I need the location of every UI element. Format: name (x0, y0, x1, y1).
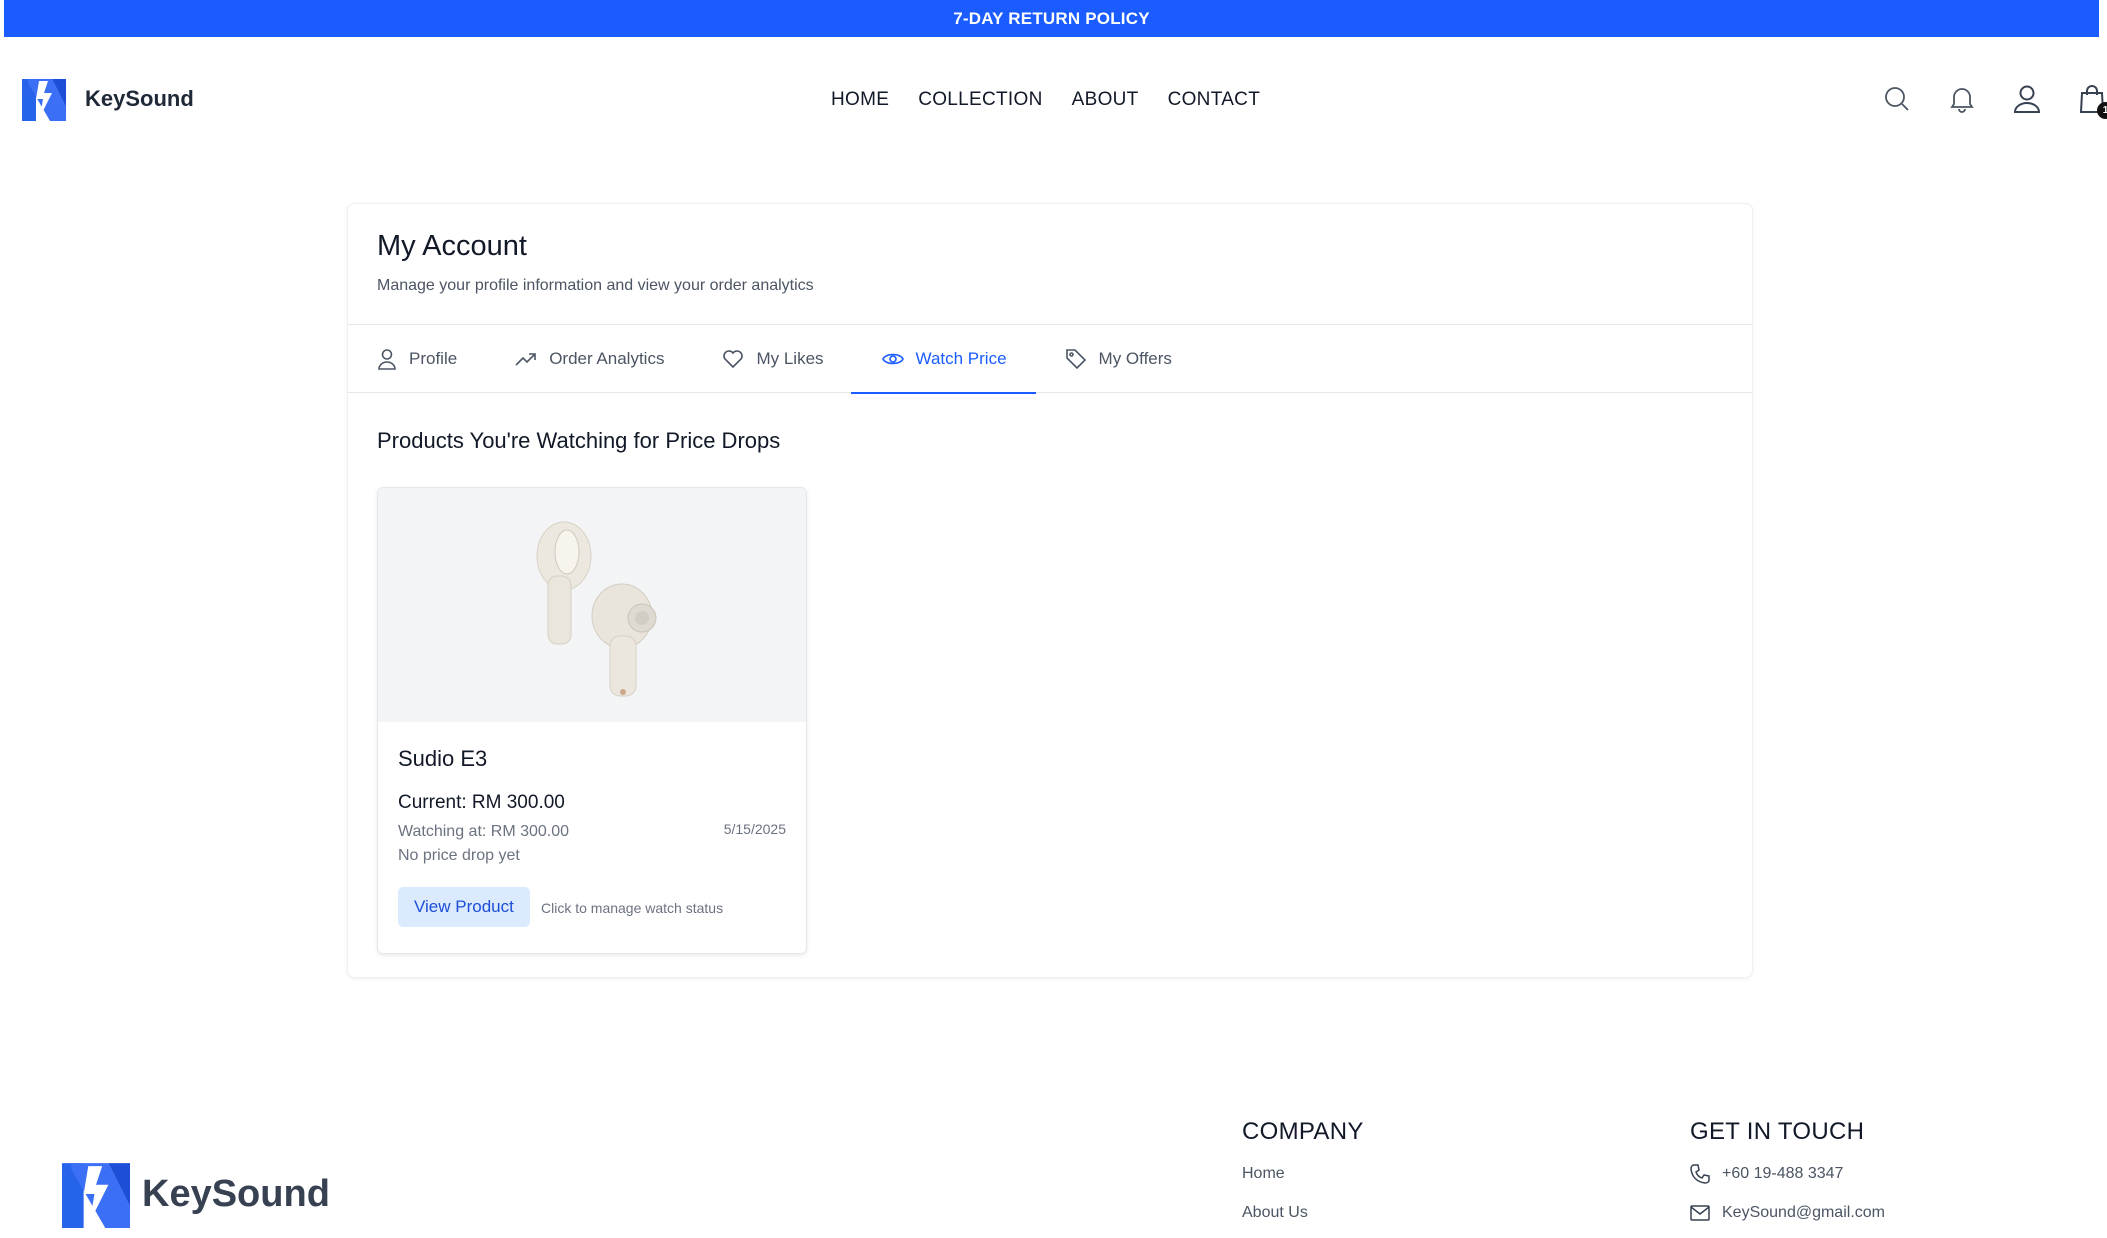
search-icon[interactable] (1881, 83, 1913, 115)
tab-watch-price[interactable]: Watch Price (850, 325, 1036, 394)
account-tabs: Profile Order Analytics My Likes Watch P… (348, 325, 1752, 394)
tab-my-offers[interactable]: My Offers (1065, 325, 1172, 393)
watching-price: Watching at: RM 300.00 (398, 823, 570, 840)
footer-company: COMPANY Home About Us (1242, 1118, 1364, 1238)
manage-watch-hint[interactable]: Click to manage watch status (541, 900, 723, 916)
nav-home[interactable]: HOME (831, 89, 889, 111)
promo-text: 7-DAY RETURN POLICY (953, 8, 1150, 28)
user-icon (378, 349, 396, 370)
tab-label: My Offers (1098, 349, 1172, 368)
nav-collection[interactable]: COLLECTION (918, 89, 1042, 111)
earbuds-image (536, 521, 657, 697)
footer-phone[interactable]: +60 19-488 3347 (1690, 1163, 1885, 1184)
bell-icon[interactable] (1946, 83, 1978, 115)
footer-heading: GET IN TOUCH (1690, 1118, 1865, 1145)
eye-icon (881, 353, 904, 365)
email-text: KeySound@gmail.com (1722, 1203, 1885, 1221)
main-nav: HOME COLLECTION ABOUT CONTACT (831, 89, 1260, 111)
page-title: My Account (377, 230, 527, 262)
view-product-button[interactable]: View Product (398, 887, 530, 927)
watched-product-card: Sudio E3 Current: RM 300.00 5/15/2025 Wa… (377, 487, 807, 954)
brand-logo-icon (62, 1163, 130, 1228)
promo-bar: 7-DAY RETURN POLICY (4, 0, 2099, 37)
cart-count-badge: 1 (2097, 102, 2107, 119)
account-panel: My Account Manage your profile informati… (347, 203, 1753, 978)
tab-label: Watch Price (915, 349, 1007, 368)
product-image[interactable] (378, 488, 806, 722)
user-icon[interactable] (2011, 83, 2043, 115)
footer-links: Home About Us (1242, 1164, 1364, 1222)
page-subtitle: Manage your profile information and view… (377, 277, 814, 294)
heart-icon (723, 350, 744, 369)
phone-text: +60 19-488 3347 (1722, 1164, 1844, 1182)
tag-icon (1065, 349, 1086, 370)
mail-icon (1690, 1204, 1710, 1221)
current-price: Current: RM 300.00 (398, 792, 565, 813)
footer-contact: GET IN TOUCH +60 19-488 3347 KeySound@gm… (1690, 1118, 1885, 1238)
footer-brand[interactable]: KeySound (62, 1160, 330, 1228)
footer-link-home[interactable]: Home (1242, 1164, 1364, 1183)
footer-brand-name: KeySound (142, 1172, 330, 1215)
tab-order-analytics[interactable]: Order Analytics (515, 325, 664, 393)
site-header: KeySound HOME COLLECTION ABOUT CONTACT 1 (0, 37, 2107, 165)
tab-label: My Likes (756, 349, 824, 368)
brand-logo-icon (22, 79, 66, 121)
footer-heading: COMPANY (1242, 1118, 1364, 1145)
shopping-bag-icon[interactable]: 1 (2076, 83, 2107, 119)
header-actions: 1 (1881, 83, 2107, 119)
footer-email[interactable]: KeySound@gmail.com (1690, 1203, 1885, 1222)
tab-label: Profile (409, 349, 458, 368)
section-title: Products You're Watching for Price Drops (377, 428, 781, 453)
nav-about[interactable]: ABOUT (1072, 89, 1139, 111)
account-header: My Account Manage your profile informati… (348, 204, 1752, 325)
footer-link-about[interactable]: About Us (1242, 1203, 1364, 1222)
price-drop-status: No price drop yet (398, 847, 520, 864)
nav-contact[interactable]: CONTACT (1168, 89, 1261, 111)
tab-profile[interactable]: Profile (377, 325, 457, 393)
footer-contact-list: +60 19-488 3347 KeySound@gmail.com (1690, 1163, 1885, 1222)
trending-up-icon (515, 353, 536, 366)
brand[interactable]: KeySound (22, 77, 194, 121)
tab-label: Order Analytics (549, 349, 665, 368)
watch-date: 5/15/2025 (723, 821, 786, 837)
product-name[interactable]: Sudio E3 (398, 746, 487, 772)
brand-name: KeySound (85, 86, 194, 111)
phone-icon (1690, 1163, 1710, 1184)
tab-my-likes[interactable]: My Likes (722, 325, 824, 393)
